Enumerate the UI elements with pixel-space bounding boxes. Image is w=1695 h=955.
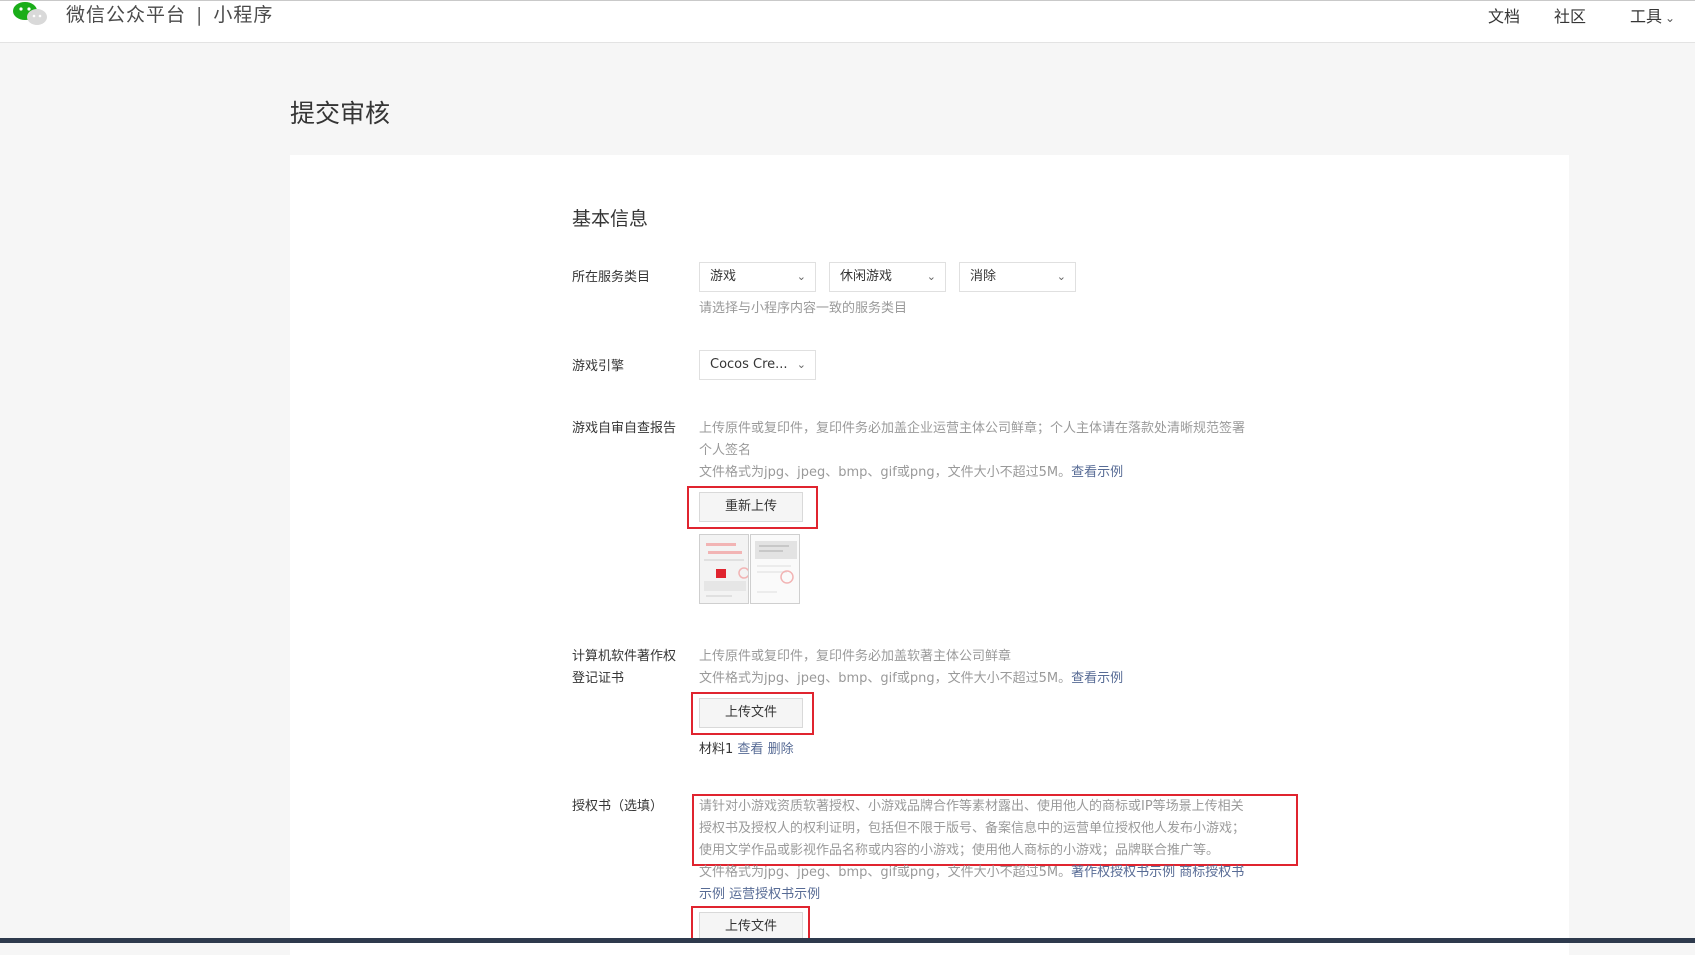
nav-tools-label: 工具 [1630, 7, 1663, 26]
self-check-label: 游戏自审自查报告 [572, 421, 677, 436]
page-title: 提交审核 [290, 99, 391, 128]
operation-authorization-example-link[interactable]: 运营授权书示例 [729, 887, 820, 902]
engine-label: 游戏引擎 [572, 359, 625, 374]
copyright-desc: 上传原件或复印件，复印件务必加盖软著主体公司鲜章 [699, 649, 1012, 664]
engine-select-value: Cocos Cre... [710, 357, 788, 372]
copyright-label-line1: 计算机软件著作权 [572, 649, 677, 664]
chevron-down-icon: ⌄ [926, 270, 936, 283]
chevron-down-icon: ⌄ [1056, 270, 1066, 283]
category-select-3-value: 消除 [970, 269, 997, 284]
brand-name: 微信公众平台 [66, 4, 187, 26]
brand-separator: | [196, 4, 204, 26]
trademark-authorization-link-cont[interactable]: 示例 [699, 887, 725, 902]
report-thumbnail-1[interactable] [699, 534, 749, 604]
chevron-down-icon: ⌄ [1665, 11, 1676, 25]
category-select-2[interactable]: 休闲游戏 ⌄ [829, 262, 946, 292]
nav-tools[interactable]: 工具 ⌄ [1630, 3, 1675, 27]
nav-community[interactable]: 社区 [1554, 3, 1586, 27]
copyright-file-row: 材料1 查看 删除 [699, 739, 794, 761]
top-bar: 微信公众平台 | 小程序 文档 社区 工具 ⌄ [0, 0, 1695, 43]
authorization-format: 文件格式为jpg、jpeg、bmp、gif或png，文件大小不超过5M。 [699, 865, 1072, 880]
category-select-2-value: 休闲游戏 [840, 269, 893, 284]
brand-title[interactable]: 微信公众平台 | 小程序 [66, 0, 273, 27]
self-check-format-line: 文件格式为jpg、jpeg、bmp、gif或png，文件大小不超过5M。查看示例 [699, 462, 1123, 484]
category-select-1[interactable]: 游戏 ⌄ [699, 262, 816, 292]
authorization-desc-line3: 使用文学作品或影视作品名称或内容的小游戏；使用他人商标的小游戏；品牌联合推广等。 [699, 843, 1220, 858]
copyright-authorization-example-link[interactable]: 著作权授权书示例 [1071, 865, 1175, 880]
product-name: 小程序 [213, 4, 274, 26]
engine-select[interactable]: Cocos Cre... ⌄ [699, 350, 816, 380]
copyright-file-name: 材料1 [699, 742, 734, 757]
upload-copyright-button[interactable]: 上传文件 [699, 698, 803, 728]
authorization-desc-line2: 授权书及授权人的权利证明，包括但不限于版号、备案信息中的运营单位授权他人发布小游… [699, 821, 1246, 836]
self-check-desc-line1: 上传原件或复印件，复印件务必加盖企业运营主体公司鲜章；个人主体请在落款处清晰规范… [699, 421, 1246, 436]
copyright-view-link[interactable]: 查看 [737, 742, 763, 757]
reupload-button[interactable]: 重新上传 [699, 492, 803, 522]
section-title: 基本信息 [572, 208, 649, 230]
copyright-example-link[interactable]: 查看示例 [1071, 671, 1123, 686]
nav-docs[interactable]: 文档 [1488, 3, 1520, 27]
copyright-format: 文件格式为jpg、jpeg、bmp、gif或png，文件大小不超过5M。 [699, 671, 1072, 686]
authorization-label: 授权书（选填） [572, 799, 664, 814]
taskbar-strip [0, 938, 1695, 943]
wechat-logo-icon [13, 2, 47, 25]
copyright-format-line: 文件格式为jpg、jpeg、bmp、gif或png，文件大小不超过5M。查看示例 [699, 668, 1123, 690]
authorization-desc-line1: 请针对小游戏资质软著授权、小游戏品牌合作等素材露出、使用他人的商标或IP等场景上… [699, 799, 1244, 814]
report-thumbnail-2[interactable] [750, 534, 800, 604]
chevron-down-icon: ⌄ [796, 358, 806, 371]
nav-docs-label: 文档 [1488, 7, 1521, 26]
category-hint: 请选择与小程序内容一致的服务类目 [699, 301, 908, 316]
category-label: 所在服务类目 [572, 270, 651, 285]
copyright-label-line2: 登记证书 [572, 671, 625, 686]
self-check-desc-line2: 个人签名 [699, 443, 752, 458]
self-check-example-link[interactable]: 查看示例 [1071, 465, 1123, 480]
authorization-format-line: 文件格式为jpg、jpeg、bmp、gif或png，文件大小不超过5M。著作权授… [699, 862, 1244, 884]
authorization-links-line2: 示例 运营授权书示例 [699, 884, 820, 906]
trademark-authorization-link[interactable]: 商标授权书 [1179, 865, 1244, 880]
copyright-delete-link[interactable]: 删除 [768, 742, 794, 757]
nav-community-label: 社区 [1554, 7, 1587, 26]
document-thumbnail-icon [751, 535, 799, 603]
category-select-1-value: 游戏 [710, 269, 737, 284]
document-thumbnail-icon [700, 535, 748, 603]
chevron-down-icon: ⌄ [796, 270, 806, 283]
category-select-3[interactable]: 消除 ⌄ [959, 262, 1076, 292]
self-check-format: 文件格式为jpg、jpeg、bmp、gif或png，文件大小不超过5M。 [699, 465, 1072, 480]
